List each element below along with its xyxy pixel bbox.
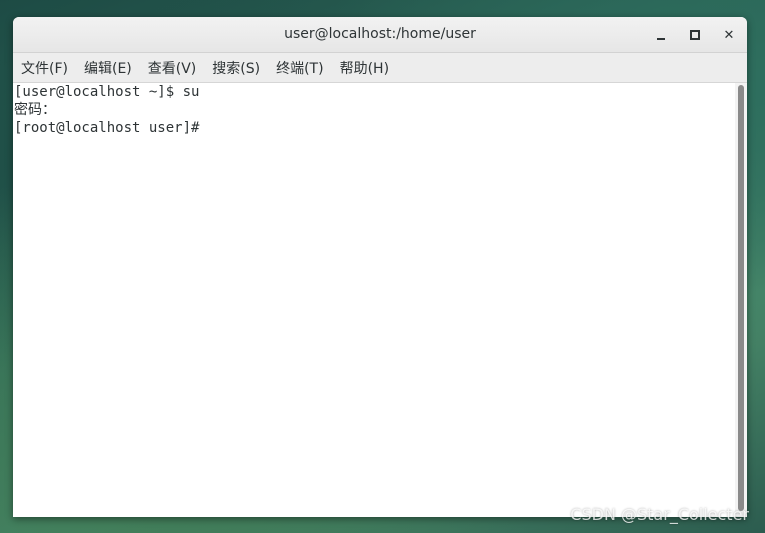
terminal-window: user@localhost:/home/user ✕ 文件(F) 编辑(E) … bbox=[13, 17, 747, 517]
menu-help[interactable]: 帮助(H) bbox=[336, 55, 393, 81]
menu-view[interactable]: 查看(V) bbox=[144, 55, 201, 81]
menu-edit[interactable]: 编辑(E) bbox=[80, 55, 136, 81]
close-button[interactable]: ✕ bbox=[717, 23, 741, 47]
minimize-button[interactable] bbox=[649, 23, 673, 47]
window-title: user@localhost:/home/user bbox=[284, 26, 476, 42]
terminal-line: [user@localhost ~]$ su bbox=[14, 84, 200, 100]
menu-file[interactable]: 文件(F) bbox=[17, 55, 72, 81]
terminal-line: 密码： bbox=[14, 102, 56, 118]
title-bar[interactable]: user@localhost:/home/user ✕ bbox=[13, 17, 747, 53]
close-icon: ✕ bbox=[723, 27, 735, 43]
maximize-icon bbox=[690, 30, 700, 40]
scrollbar-thumb[interactable] bbox=[738, 85, 744, 511]
maximize-button[interactable] bbox=[683, 23, 707, 47]
watermark: CSDN @Star_Collecter bbox=[570, 505, 749, 524]
menu-bar: 文件(F) 编辑(E) 查看(V) 搜索(S) 终端(T) 帮助(H) bbox=[13, 53, 747, 83]
menu-search[interactable]: 搜索(S) bbox=[208, 55, 264, 81]
menu-terminal[interactable]: 终端(T) bbox=[272, 55, 327, 81]
minimize-icon bbox=[657, 38, 665, 40]
vertical-scrollbar[interactable] bbox=[735, 83, 747, 517]
terminal-prompt-line: [root@localhost user]# bbox=[14, 119, 735, 137]
text-cursor bbox=[208, 119, 216, 134]
terminal-prompt: [root@localhost user]# bbox=[14, 120, 208, 136]
terminal-output[interactable]: [user@localhost ~]$ su 密码： [root@localho… bbox=[13, 83, 735, 517]
